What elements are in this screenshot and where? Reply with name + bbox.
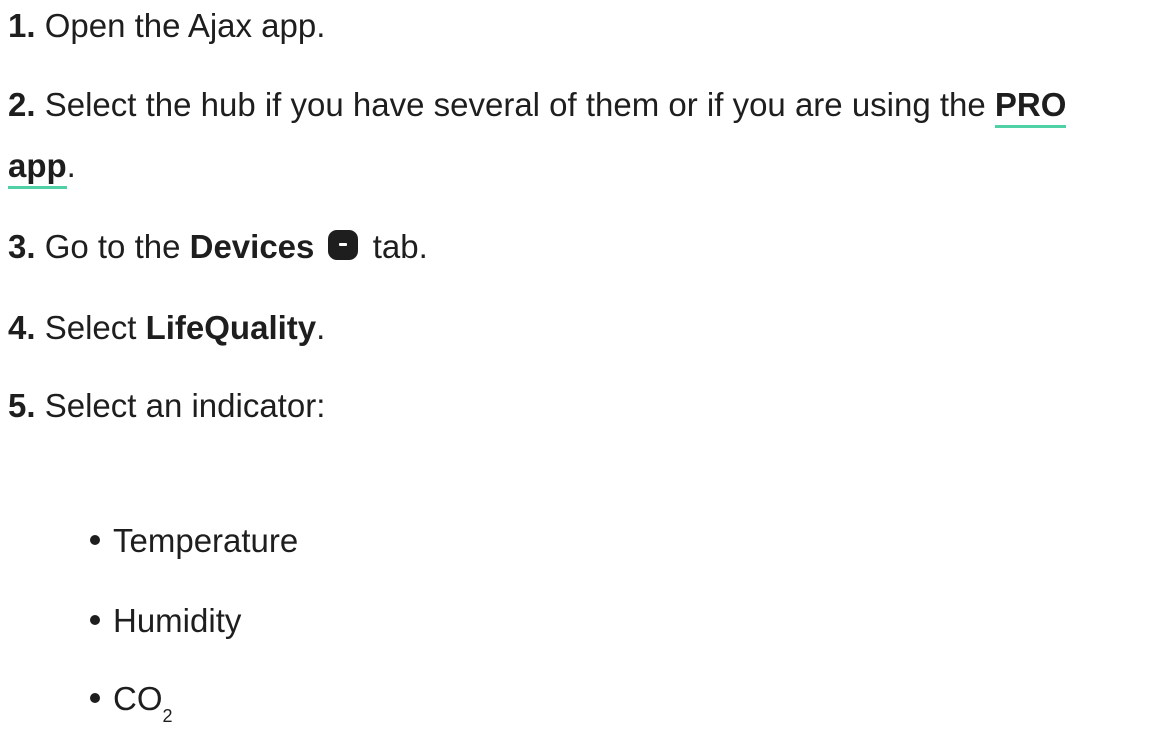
step-4: 4. Select LifeQuality. (8, 310, 325, 346)
step-text: Select (35, 309, 146, 346)
step-3: 3. Go to the Devices tab. (8, 229, 428, 265)
list-item: Temperature (90, 523, 298, 559)
step-number: 4. (8, 309, 36, 346)
step-text: Open the Ajax app. (35, 7, 326, 44)
step-text: Go to the (35, 228, 190, 265)
bullet-dot-icon (90, 535, 100, 546)
indicator-humidity: Humidity (113, 602, 242, 639)
list-item: CO2 (90, 680, 173, 726)
devices-icon (327, 230, 358, 260)
step-number: 3. (8, 228, 36, 265)
step-number: 5. (8, 387, 36, 424)
step-1: 1. Open the Ajax app. (8, 8, 325, 44)
subscript: 2 (162, 706, 173, 726)
bullet-dot-icon (90, 693, 100, 704)
step-number: 1. (8, 7, 36, 44)
step-text: Select an indicator: (35, 387, 326, 424)
pro-app-link-continued[interactable]: app (8, 147, 67, 189)
step-text: . (66, 147, 76, 184)
indicator-co2: CO (113, 680, 163, 717)
step-5: 5. Select an indicator: (8, 388, 325, 424)
pro-app-link[interactable]: PRO (994, 86, 1067, 128)
step-text: tab. (363, 228, 428, 265)
lifequality-label: LifeQuality (145, 309, 317, 346)
step-text: Select the hub if you have several of th… (35, 86, 995, 123)
bullet-dot-icon (90, 615, 100, 626)
step-number: 2. (8, 86, 36, 123)
list-item: Humidity (90, 603, 241, 639)
devices-label: Devices (189, 228, 315, 265)
step-2-continuation: app. (8, 147, 76, 189)
indicator-temperature: Temperature (113, 522, 299, 559)
step-2: 2. Select the hub if you have several of… (8, 86, 1067, 128)
step-text: . (316, 309, 326, 346)
